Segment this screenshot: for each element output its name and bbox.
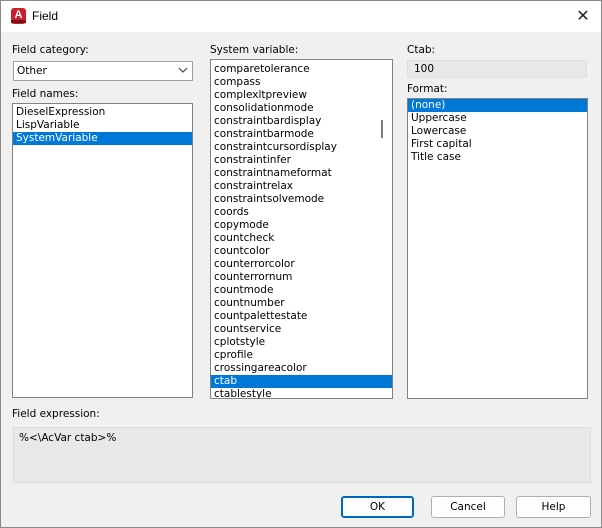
system-variable-item[interactable]: constraintnameformat — [211, 167, 392, 180]
system-variable-item[interactable]: countpalettestate — [211, 310, 392, 323]
field-category-dropdown[interactable]: Other — [13, 61, 193, 81]
format-item[interactable]: First capital — [408, 138, 587, 151]
ctab-value-field: 100 — [407, 60, 587, 78]
format-label: Format: — [407, 83, 448, 95]
system-variable-item[interactable]: constraintbarmode — [211, 128, 392, 141]
field-name-item[interactable]: SystemVariable — [13, 132, 192, 145]
system-variable-list[interactable]: comparetolerance compass complexltpreview c… — [210, 59, 393, 399]
cancel-button[interactable]: Cancel — [431, 496, 505, 518]
system-variable-item[interactable]: countmode — [211, 284, 392, 297]
autocad-app-icon: A — [11, 8, 26, 24]
format-item[interactable]: Lowercase — [408, 125, 587, 138]
field-names-label: Field names: — [12, 88, 79, 100]
field-name-item[interactable]: DieselExpression — [13, 106, 192, 119]
system-variable-item[interactable]: counterrornum — [211, 271, 392, 284]
format-item[interactable]: Title case — [408, 151, 587, 164]
system-variable-item[interactable]: countservice — [211, 323, 392, 336]
format-list[interactable]: (none) Uppercase Lowercase First capital Tit… — [407, 98, 588, 399]
system-variable-item[interactable]: countnumber — [211, 297, 392, 310]
format-item[interactable]: (none) — [408, 99, 587, 112]
system-variable-item[interactable]: coords — [211, 206, 392, 219]
chevron-down-icon — [178, 67, 188, 73]
field-name-item[interactable]: LispVariable — [13, 119, 192, 132]
ctab-label: Ctab: — [407, 44, 436, 56]
system-variable-item[interactable]: constraintbardisplay — [211, 115, 392, 128]
field-names-list[interactable]: DieselExpression LispVariable SystemVariab… — [12, 103, 193, 398]
system-variable-scrollbar[interactable] — [381, 120, 383, 138]
field-expression-value: %<\AcVar ctab>% — [19, 432, 117, 444]
system-variable-item[interactable]: ctablestyle — [211, 388, 392, 398]
field-expression-label: Field expression: — [12, 408, 100, 420]
system-variable-item[interactable]: countcolor — [211, 245, 392, 258]
field-category-label: Field category: — [12, 44, 89, 56]
system-variable-item[interactable]: compass — [211, 76, 392, 89]
system-variable-item[interactable]: consolidationmode — [211, 102, 392, 115]
system-variable-label: System variable: — [210, 44, 299, 56]
field-category-value: Other — [17, 65, 47, 77]
system-variable-item[interactable]: ctab — [211, 375, 392, 388]
ok-button[interactable]: OK — [341, 496, 414, 518]
window-title: Field — [32, 9, 59, 23]
system-variable-item[interactable]: comparetolerance — [211, 63, 392, 76]
help-button[interactable]: Help — [516, 496, 591, 518]
ctab-value: 100 — [414, 63, 435, 75]
title-bar: A Field ✕ — [1, 1, 601, 32]
system-variable-item[interactable]: cplotstyle — [211, 336, 392, 349]
system-variable-item[interactable]: constraintinfer — [211, 154, 392, 167]
system-variable-item[interactable]: constraintcursordisplay — [211, 141, 392, 154]
system-variable-item[interactable]: constraintrelax — [211, 180, 392, 193]
close-icon[interactable]: ✕ — [571, 5, 595, 27]
format-item[interactable]: Uppercase — [408, 112, 587, 125]
system-variable-item[interactable]: cprofile — [211, 349, 392, 362]
system-variable-item[interactable]: countcheck — [211, 232, 392, 245]
field-expression-box: %<\AcVar ctab>% — [13, 427, 591, 483]
system-variable-item[interactable]: counterrorcolor — [211, 258, 392, 271]
system-variable-item[interactable]: crossingareacolor — [211, 362, 392, 375]
system-variable-item[interactable]: constraintsolvemode — [211, 193, 392, 206]
system-variable-item[interactable]: copymode — [211, 219, 392, 232]
system-variable-item[interactable]: complexltpreview — [211, 89, 392, 102]
field-dialog: A Field ✕ Field category: Other Field na… — [0, 0, 602, 528]
